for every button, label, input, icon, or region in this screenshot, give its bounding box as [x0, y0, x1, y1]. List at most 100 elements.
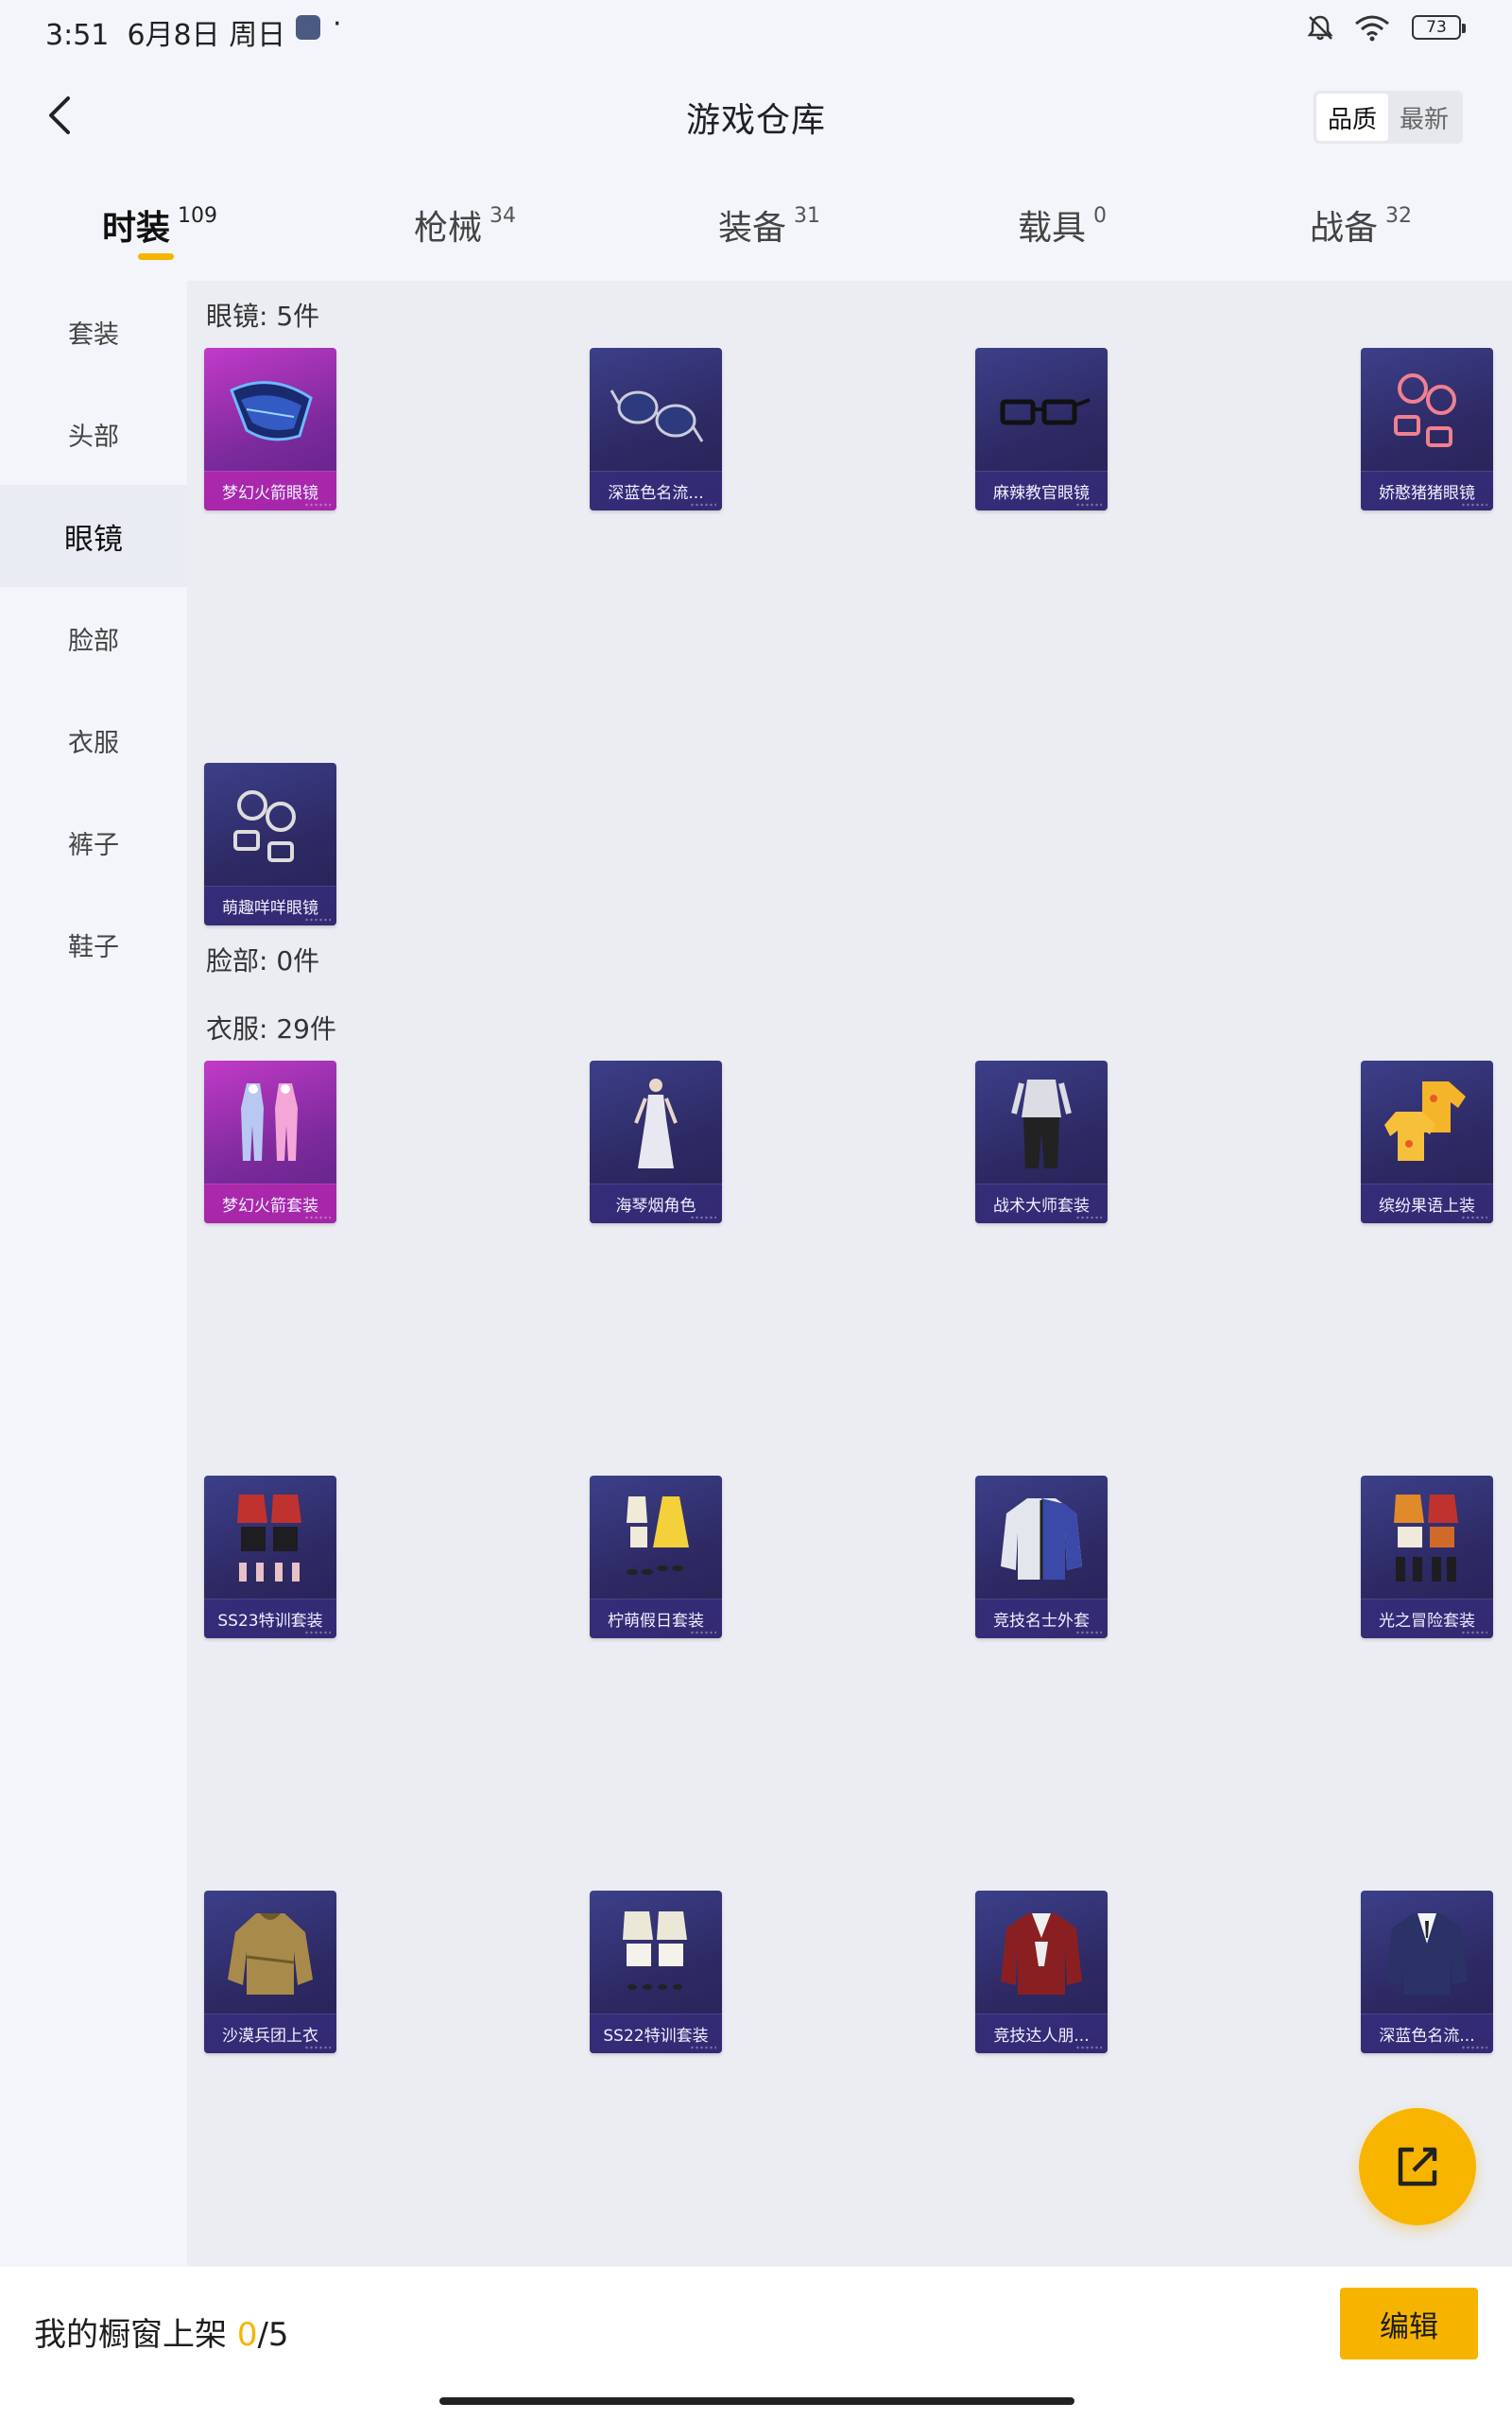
battery-icon: 73: [1412, 15, 1466, 40]
item-card[interactable]: 梦幻火箭眼镜: [204, 348, 336, 510]
item-grid-area: 眼镜: 5件 梦幻火箭眼镜 深蓝色名流... 麻辣教官眼镜 娇憨猪猪眼镜 萌趣咩…: [187, 281, 1512, 2266]
tab-label: 载具: [1018, 209, 1087, 248]
tab-count: 0: [1093, 204, 1108, 228]
sort-quality-button[interactable]: 品质: [1316, 94, 1388, 141]
item-card[interactable]: 柠萌假日套装: [590, 1476, 722, 1638]
item-card[interactable]: 竞技名士外套: [975, 1476, 1108, 1638]
section-label-face: 脸部: 0件: [206, 945, 320, 977]
item-name: 竞技名士外套: [975, 1599, 1108, 1638]
item-card[interactable]: 娇憨猪猪眼镜: [1361, 348, 1493, 510]
item-name: 娇憨猪猪眼镜: [1361, 471, 1493, 510]
item-name: SS23特训套装: [204, 1599, 336, 1638]
tab-label: 装备: [718, 209, 787, 248]
item-card[interactable]: 缤纷果语上装: [1361, 1061, 1493, 1223]
suit-icon: [1361, 1891, 1493, 2014]
item-name: 梦幻火箭眼镜: [204, 471, 336, 510]
visor-glasses-icon: [204, 348, 336, 471]
item-card[interactable]: 沙漠兵团上衣: [204, 1891, 336, 2053]
round-glasses-icon: [204, 763, 336, 886]
item-name: 梦幻火箭套装: [204, 1184, 336, 1223]
status-date: 6月8日: [127, 19, 220, 52]
item-name: 缤纷果语上装: [1361, 1184, 1493, 1223]
item-card[interactable]: 深蓝色名流...: [590, 348, 722, 510]
showcase-count: 我的橱窗上架 0/5: [34, 2308, 289, 2355]
round-pink-glasses-icon: [1361, 348, 1493, 471]
sidebar-item-clothes[interactable]: 衣服: [0, 689, 187, 791]
status-separator: ·: [333, 8, 342, 41]
training-set-icon: [204, 1476, 336, 1599]
character-icon: [590, 1061, 722, 1184]
jacket-icon: [975, 1476, 1108, 1599]
tab-count: 109: [178, 204, 218, 228]
item-card[interactable]: 深蓝色名流...: [1361, 1891, 1493, 2053]
sidebar-item-pants[interactable]: 裤子: [0, 791, 187, 893]
item-name: 海琴烟角色: [590, 1184, 722, 1223]
item-name: 麻辣教官眼镜: [975, 471, 1108, 510]
item-card[interactable]: 光之冒险套装: [1361, 1476, 1493, 1638]
item-card[interactable]: 竞技达人朋...: [975, 1891, 1108, 2053]
item-card[interactable]: 麻辣教官眼镜: [975, 348, 1108, 510]
sort-newest-button[interactable]: 最新: [1388, 94, 1460, 141]
page-title: 游戏仓库: [685, 101, 826, 140]
tab-count: 31: [794, 204, 821, 228]
sidebar: 套装 头部 眼镜 脸部 衣服 裤子 鞋子: [0, 281, 187, 2266]
home-indicator[interactable]: [439, 2397, 1074, 2405]
bodysuit-icon: [204, 1061, 336, 1184]
showcase-label-text: 我的橱窗上架: [34, 2316, 237, 2354]
showcase-total: /5: [257, 2316, 289, 2354]
header: 游戏仓库 品质 最新: [0, 76, 1512, 161]
tab-label: 枪械: [414, 209, 483, 248]
item-name: 竞技达人朋...: [975, 2014, 1108, 2053]
tab-count: 32: [1385, 204, 1413, 228]
tab-equipment[interactable]: 装备 31: [718, 200, 820, 250]
tab-supplies[interactable]: 战备 32: [1310, 200, 1412, 250]
tactical-suit-icon: [975, 1061, 1108, 1184]
item-name: 深蓝色名流...: [1361, 2014, 1493, 2053]
sidebar-item-suits[interactable]: 套装: [0, 281, 187, 383]
item-name: 沙漠兵团上衣: [204, 2014, 336, 2053]
tab-fashion[interactable]: 时装 109: [102, 200, 217, 250]
showcase-current: 0: [236, 2316, 258, 2354]
wifi-icon: [1353, 13, 1391, 42]
item-card[interactable]: 梦幻火箭套装: [204, 1061, 336, 1223]
status-bar: 3:51 6月8日 周日 · 73: [0, 0, 1512, 57]
item-name: 柠萌假日套装: [590, 1599, 722, 1638]
status-time: 3:51 6月8日 周日: [45, 11, 285, 53]
item-name: 深蓝色名流...: [590, 471, 722, 510]
share-button[interactable]: [1359, 2108, 1476, 2225]
share-icon: [1398, 2147, 1437, 2187]
tab-vehicles[interactable]: 载具 0: [1018, 200, 1107, 250]
tab-label: 时装: [102, 209, 171, 248]
fruit-shirt-icon: [1361, 1061, 1493, 1184]
tab-guns[interactable]: 枪械 34: [414, 200, 516, 250]
tab-count: 34: [490, 204, 517, 228]
status-clock: 3:51: [45, 19, 110, 52]
status-weekday: 周日: [229, 19, 286, 52]
bottom-bar: 我的橱窗上架 0/5 编辑: [0, 2267, 1512, 2420]
holiday-dress-icon: [590, 1476, 722, 1599]
sidebar-item-glasses[interactable]: 眼镜: [0, 485, 187, 587]
item-name: 战术大师套装: [975, 1184, 1108, 1223]
item-card[interactable]: 战术大师套装: [975, 1061, 1108, 1223]
sort-toggle: 品质 最新: [1314, 91, 1463, 144]
tab-label: 战备: [1310, 209, 1379, 248]
training-set-icon: [590, 1891, 722, 2014]
sidebar-item-shoes[interactable]: 鞋子: [0, 893, 187, 995]
item-card[interactable]: SS23特训套装: [204, 1476, 336, 1638]
app-notification-icon: [296, 15, 320, 40]
aviator-glasses-icon: [590, 348, 722, 471]
active-tab-indicator: [138, 253, 174, 260]
edit-button[interactable]: 编辑: [1340, 2288, 1478, 2360]
mute-bell-icon: [1306, 13, 1333, 42]
sidebar-item-face[interactable]: 脸部: [0, 587, 187, 689]
item-card[interactable]: SS22特训套装: [590, 1891, 722, 2053]
section-label-clothes: 衣服: 29件: [206, 1013, 336, 1045]
item-name: SS22特训套装: [590, 2014, 722, 2053]
item-name: 光之冒险套装: [1361, 1599, 1493, 1638]
adventure-set-icon: [1361, 1476, 1493, 1599]
item-card[interactable]: 萌趣咩咩眼镜: [204, 763, 336, 925]
section-label-glasses: 眼镜: 5件: [206, 301, 320, 332]
square-glasses-icon: [975, 348, 1108, 471]
sidebar-item-head[interactable]: 头部: [0, 383, 187, 485]
item-card[interactable]: 海琴烟角色: [590, 1061, 722, 1223]
